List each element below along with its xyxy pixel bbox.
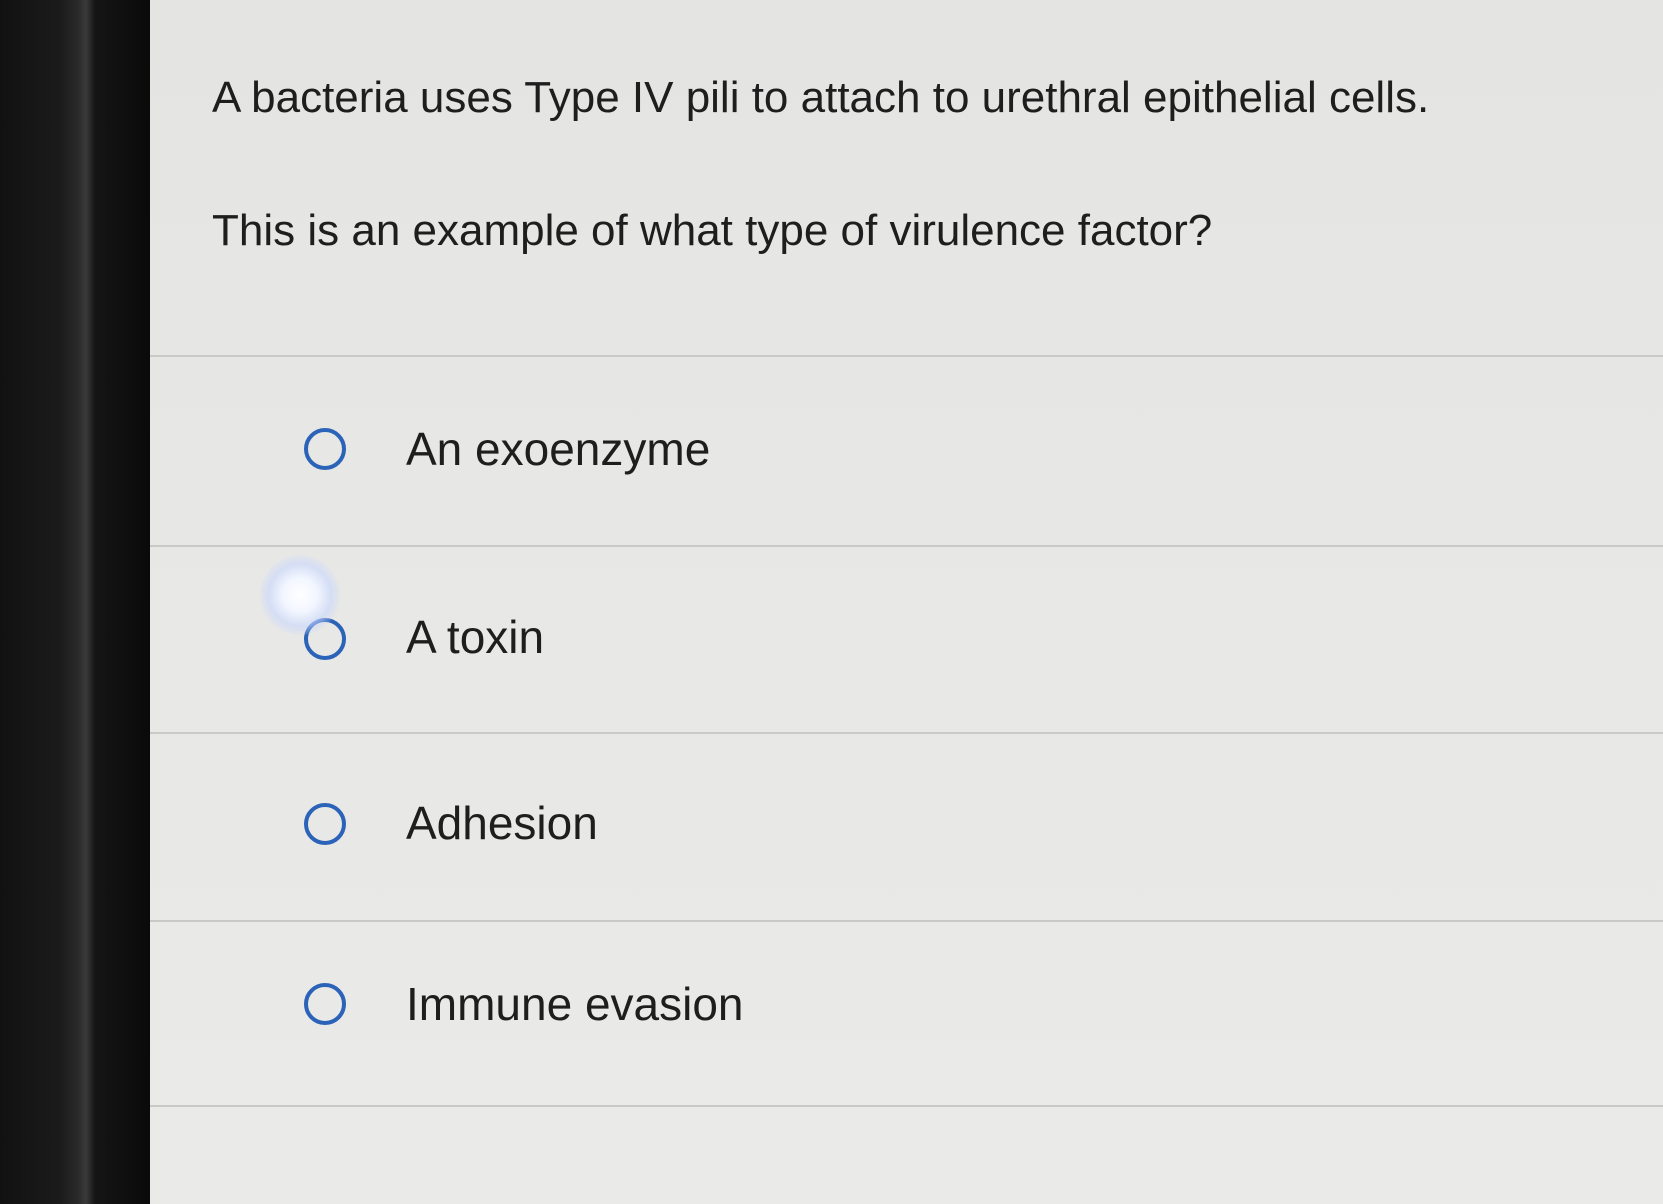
divider [150,732,1663,734]
radio-unchecked-icon[interactable] [304,428,346,470]
answer-option-2[interactable]: A toxin [150,550,1663,730]
quiz-screen: A bacteria uses Type IV pili to attach t… [150,0,1663,1204]
divider [150,1105,1663,1107]
answer-option-3[interactable]: Adhesion [150,736,1663,916]
radio-unchecked-icon[interactable] [304,618,346,660]
divider [150,355,1663,357]
option-label: An exoenzyme [406,423,711,475]
radio-unchecked-icon[interactable] [304,983,346,1025]
option-label: Immune evasion [406,978,744,1030]
option-label: A toxin [406,611,545,663]
answer-option-4[interactable]: Immune evasion [150,920,1663,1100]
radio-unchecked-icon[interactable] [304,803,346,845]
question-line-1: A bacteria uses Type IV pili to attach t… [212,73,1430,122]
option-label: Adhesion [406,797,598,849]
answer-option-1[interactable]: An exoenzyme [150,365,1663,545]
device-bezel [0,0,150,1204]
divider [150,545,1663,547]
question-text: A bacteria uses Type IV pili to attach t… [212,68,1430,255]
question-line-2: This is an example of what type of virul… [212,206,1213,255]
